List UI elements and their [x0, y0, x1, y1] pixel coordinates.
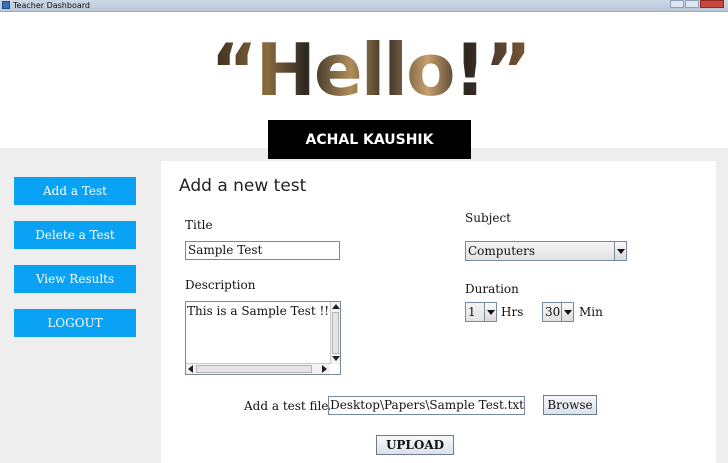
- scroll-down-icon[interactable]: [332, 356, 340, 361]
- logout-button[interactable]: LOGOUT: [14, 309, 136, 337]
- description-textarea[interactable]: This is a Sample Test !!!: [185, 301, 341, 375]
- hscroll-thumb[interactable]: [196, 365, 312, 373]
- page-title: Add a new test: [179, 176, 307, 196]
- minutes-select[interactable]: 30: [542, 302, 574, 322]
- chevron-down-icon[interactable]: [484, 303, 496, 321]
- minutes-value: 30: [545, 305, 561, 319]
- hours-unit-label: Hrs: [501, 305, 524, 319]
- title-label: Title: [185, 218, 213, 232]
- header-banner: “Hello!” ACHAL KAUSHIK: [0, 12, 728, 159]
- scroll-thumb[interactable]: [332, 312, 339, 354]
- window-titlebar: Teacher Dashboard: [0, 0, 728, 12]
- chevron-down-icon[interactable]: [561, 303, 573, 321]
- hello-greeting-logo: “Hello!”: [210, 28, 531, 112]
- window-controls: [670, 0, 724, 9]
- hello-greeting-text: “Hello!”: [210, 28, 531, 112]
- title-input[interactable]: Sample Test: [185, 241, 340, 260]
- hours-value: 1: [468, 305, 476, 319]
- add-test-button[interactable]: Add a Test: [14, 177, 136, 205]
- sidebar: Add a Test Delete a Test View Results LO…: [0, 148, 160, 463]
- close-button[interactable]: [700, 0, 724, 8]
- description-label: Description: [185, 278, 256, 292]
- chevron-down-icon[interactable]: [614, 242, 626, 260]
- user-name-banner: ACHAL KAUSHIK: [268, 120, 471, 159]
- app-icon: [2, 1, 10, 9]
- file-label: Add a test file: [244, 399, 329, 413]
- minutes-unit-label: Min: [579, 305, 603, 319]
- browse-button[interactable]: Browse: [543, 395, 597, 415]
- delete-test-button[interactable]: Delete a Test: [14, 221, 136, 249]
- scroll-right-icon[interactable]: [322, 365, 327, 373]
- view-results-button[interactable]: View Results: [14, 265, 136, 293]
- file-path-input[interactable]: ers\Prashant\Desktop\Papers\Sample Test.…: [328, 396, 525, 415]
- minimize-button[interactable]: [670, 0, 684, 8]
- vertical-scrollbar[interactable]: [330, 302, 340, 364]
- description-text: This is a Sample Test !!!: [187, 304, 334, 318]
- scroll-left-icon[interactable]: [188, 365, 193, 373]
- subject-label: Subject: [465, 211, 511, 225]
- hours-select[interactable]: 1: [465, 302, 497, 322]
- subject-select[interactable]: Computers: [465, 241, 627, 261]
- subject-value: Computers: [468, 244, 536, 258]
- duration-label: Duration: [465, 282, 519, 296]
- window-title: Teacher Dashboard: [13, 1, 90, 10]
- file-path-text: ers\Prashant\Desktop\Papers\Sample Test.…: [328, 398, 524, 412]
- horizontal-scrollbar[interactable]: [186, 363, 330, 374]
- upload-button[interactable]: UPLOAD: [376, 435, 454, 455]
- add-test-panel: Add a new test Title Sample Test Subject…: [161, 161, 716, 463]
- maximize-button[interactable]: [685, 0, 699, 8]
- scroll-up-icon[interactable]: [332, 304, 340, 309]
